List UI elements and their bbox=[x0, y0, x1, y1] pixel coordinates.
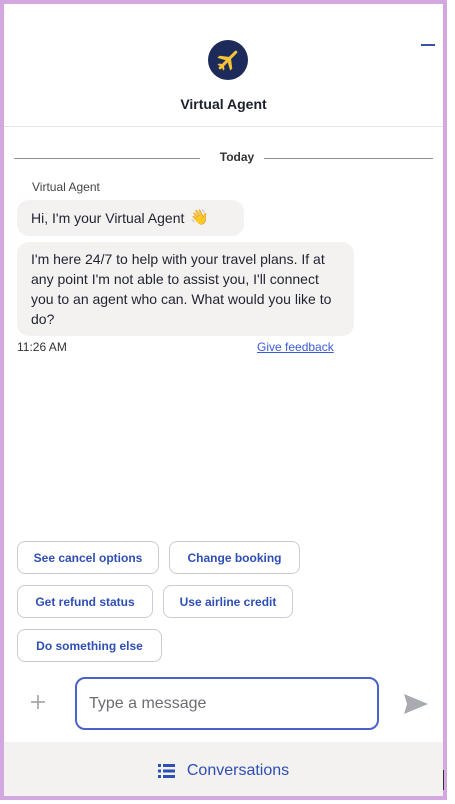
day-label: Today bbox=[219, 150, 255, 164]
waving-hand-icon: 👋 bbox=[190, 209, 210, 226]
divider-line bbox=[264, 158, 433, 159]
message-text: Hi, I'm your Virtual Agent bbox=[31, 210, 185, 226]
send-icon bbox=[404, 694, 428, 714]
send-button[interactable] bbox=[402, 691, 430, 717]
message-timestamp: 11:26 AM bbox=[17, 340, 67, 354]
chat-window: Virtual Agent Today Virtual Agent Hi, I'… bbox=[0, 0, 447, 800]
quick-reply-use-airline-credit[interactable]: Use airline credit bbox=[163, 585, 293, 618]
agent-title: Virtual Agent bbox=[180, 96, 267, 112]
text-cursor bbox=[443, 770, 444, 790]
give-feedback-link[interactable]: Give feedback bbox=[257, 340, 334, 354]
sender-name: Virtual Agent bbox=[32, 180, 100, 194]
quick-reply-see-cancel-options[interactable]: See cancel options bbox=[17, 541, 159, 574]
message-bubble: Hi, I'm your Virtual Agent 👋 bbox=[17, 200, 244, 236]
day-divider: Today bbox=[14, 150, 433, 166]
chat-header: Virtual Agent bbox=[4, 4, 443, 127]
message-bubble: I'm here 24/7 to help with your travel p… bbox=[17, 242, 354, 336]
message-input[interactable] bbox=[89, 691, 369, 717]
plus-icon bbox=[31, 695, 45, 709]
divider-line bbox=[14, 158, 200, 159]
quick-reply-do-something-else[interactable]: Do something else bbox=[17, 629, 162, 662]
conversations-button[interactable]: Conversations bbox=[4, 742, 443, 796]
conversations-label: Conversations bbox=[186, 762, 290, 779]
add-attachment-button[interactable] bbox=[26, 690, 50, 714]
minimize-icon bbox=[421, 44, 435, 46]
message-input-container[interactable] bbox=[75, 677, 379, 730]
quick-reply-change-booking[interactable]: Change booking bbox=[169, 541, 300, 574]
list-icon bbox=[157, 764, 175, 778]
minimize-button[interactable] bbox=[413, 32, 443, 58]
message-text: I'm here 24/7 to help with your travel p… bbox=[31, 251, 332, 327]
airplane-logo-icon bbox=[208, 40, 248, 80]
quick-reply-get-refund-status[interactable]: Get refund status bbox=[17, 585, 153, 618]
